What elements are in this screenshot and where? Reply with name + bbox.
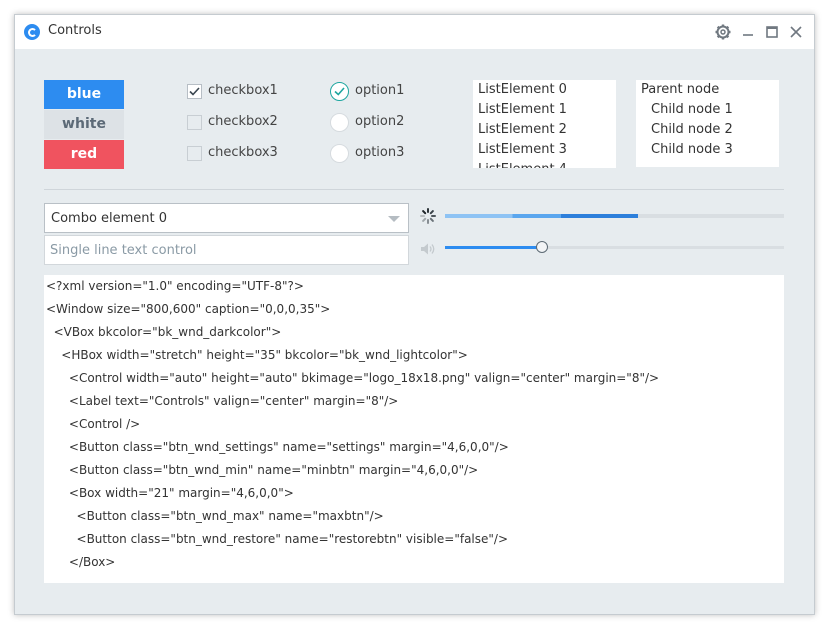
slider-fill [445, 246, 542, 249]
code-line: </Box> [46, 555, 116, 569]
tree-view[interactable]: Parent node Child node 1 Child node 2 Ch… [636, 80, 779, 167]
tree-parent-node[interactable]: Parent node [636, 80, 779, 100]
tree-child-node[interactable]: Child node 1 [636, 100, 779, 120]
checkbox-label: checkbox1 [208, 83, 278, 98]
single-line-text-input[interactable] [44, 235, 409, 265]
radio-label: option3 [355, 145, 405, 160]
maximize-icon[interactable] [762, 22, 782, 42]
radio-label: option2 [355, 114, 405, 129]
radio-label: option1 [355, 83, 405, 98]
chevron-down-icon[interactable] [388, 216, 400, 222]
code-line: <Label text="Controls" valign="center" m… [46, 394, 399, 408]
list-item[interactable]: ListElement 1 [473, 100, 616, 120]
code-line: <VBox bkcolor="bk_wnd_darkcolor"> [46, 325, 282, 339]
app-logo-icon [24, 24, 40, 40]
gear-icon[interactable] [713, 22, 733, 42]
code-line: <Button class="btn_wnd_min" name="minbtn… [46, 463, 479, 477]
checkbox-label: checkbox3 [208, 145, 278, 160]
volume-icon[interactable] [419, 240, 437, 258]
code-line: <Box width="21" margin="4,6,0,0"> [46, 486, 294, 500]
combo-selected-value: Combo element 0 [51, 211, 168, 226]
list-box[interactable]: ListElement 0 ListElement 1 ListElement … [473, 80, 616, 168]
title-bar[interactable]: Controls [15, 15, 814, 49]
code-line: <Button class="btn_wnd_restore" name="re… [46, 532, 509, 546]
code-line: <Control /> [46, 417, 141, 431]
radio-circle[interactable] [330, 82, 349, 101]
tree-child-node[interactable]: Child node 2 [636, 120, 779, 140]
code-line: <Button class="btn_wnd_settings" name="s… [46, 440, 509, 454]
slider-thumb[interactable] [535, 241, 548, 253]
combo-box[interactable]: Combo element 0 [44, 203, 409, 233]
red-button[interactable]: red [44, 140, 124, 169]
list-item[interactable]: ListElement 0 [473, 80, 616, 100]
loading-spinner-icon [419, 207, 437, 225]
progress-fill [445, 214, 639, 218]
volume-slider[interactable] [445, 241, 784, 253]
radio-circle[interactable] [330, 113, 349, 132]
divider [44, 189, 784, 190]
white-button[interactable]: white [44, 110, 124, 139]
main-window: Controls blue white red checkbox1 checkb… [14, 14, 815, 615]
code-line: <Control width="auto" height="auto" bkim… [46, 371, 660, 385]
code-line: <HBox width="stretch" height="35" bkcolo… [46, 348, 468, 362]
list-item[interactable]: ListElement 4 [473, 160, 616, 168]
radio-circle[interactable] [330, 144, 349, 163]
window-title: Controls [48, 23, 102, 38]
minimize-icon[interactable] [738, 22, 758, 42]
code-text-area[interactable]: <?xml version="1.0" encoding="UTF-8"?> <W… [44, 275, 784, 583]
blue-button[interactable]: blue [44, 80, 124, 109]
checkbox-box[interactable] [187, 115, 202, 130]
checkbox-label: checkbox2 [208, 114, 278, 129]
tree-child-node[interactable]: Child node 3 [636, 140, 779, 160]
list-item[interactable]: ListElement 2 [473, 120, 616, 140]
checkbox-box[interactable] [187, 84, 202, 99]
list-item[interactable]: ListElement 3 [473, 140, 616, 160]
checkbox-box[interactable] [187, 146, 202, 161]
code-line: <?xml version="1.0" encoding="UTF-8"?> [46, 279, 304, 293]
close-icon[interactable] [786, 22, 806, 42]
progress-bar [445, 214, 784, 218]
code-line: <Window size="800,600" caption="0,0,0,35… [46, 302, 331, 316]
code-line: <Button class="btn_wnd_max" name="maxbtn… [46, 509, 384, 523]
